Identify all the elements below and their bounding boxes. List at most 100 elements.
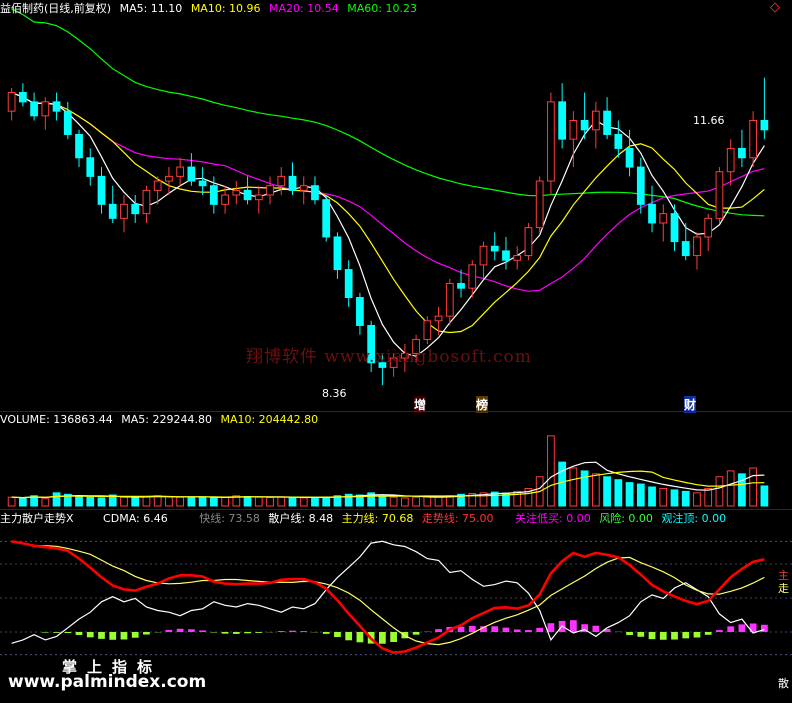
- candle-body: [445, 283, 454, 317]
- low-price-label: 8.36: [322, 387, 347, 400]
- volume-bar: [18, 497, 27, 507]
- candle-body: [490, 245, 499, 252]
- indicator-bar: [98, 632, 105, 639]
- ma20-value: MA20: 10.54: [269, 2, 339, 15]
- candle-body: [614, 133, 623, 149]
- volume-bar: [760, 485, 769, 507]
- volume-bar: [738, 473, 746, 507]
- volume-value: VOLUME: 136863.44: [0, 413, 113, 426]
- ma60-value: MA60: 10.23: [347, 2, 417, 15]
- stock-chart-window[interactable]: 益佰制药(日线,前复权) MA5: 11.10 MA10: 10.96 MA20…: [0, 0, 792, 703]
- candle-body: [108, 203, 117, 219]
- indicator-bar: [356, 632, 364, 643]
- candle-body: [131, 203, 140, 215]
- candle-body: [299, 185, 308, 191]
- ma5-value: MA5: 11.10: [119, 2, 183, 15]
- candle-body: [18, 92, 27, 103]
- indicator-bar: [513, 629, 521, 632]
- volume-bar: [97, 497, 106, 507]
- sanhu-line: [11, 540, 765, 644]
- fengxian-value: 风险: 0.00: [599, 512, 653, 525]
- indicator-bar: [244, 632, 251, 634]
- volume-bar: [569, 467, 578, 507]
- indicator-bar: [255, 632, 263, 633]
- high-price-label: 11.66: [693, 114, 725, 127]
- indicator-bar: [109, 632, 117, 640]
- ma10-value: MA10: 10.96: [190, 2, 261, 15]
- candle-body: [153, 180, 162, 191]
- indicator-bar: [592, 625, 600, 632]
- candle-body: [75, 133, 83, 159]
- indicator-bar: [300, 631, 308, 632]
- candle-body: [547, 101, 555, 182]
- guanzhuding-value: 观注顶: 0.00: [661, 512, 727, 525]
- indicator-bar: [682, 632, 690, 639]
- indicator-bar: [570, 620, 577, 632]
- volume-bar: [603, 476, 611, 507]
- volume-bar: [165, 496, 173, 507]
- price-panel-layer: [7, 8, 769, 386]
- volume-bar: [558, 461, 567, 507]
- candle-body: [209, 185, 218, 205]
- candle-body: [535, 180, 544, 229]
- volume-bar: [288, 496, 297, 507]
- indicator-bar: [176, 628, 184, 632]
- indicator-bar: [379, 632, 386, 644]
- candle-body: [457, 283, 465, 289]
- volume-panel-header: VOLUME: 136863.44 MA5: 229244.80 MA10: 2…: [0, 413, 323, 427]
- candle-body: [434, 315, 443, 322]
- candle-body: [187, 166, 196, 182]
- indicator-panel-layer: [0, 540, 792, 656]
- sanhu-value: 散户线: 8.48: [268, 512, 334, 525]
- volume-bar: [614, 479, 623, 507]
- candle-body: [659, 213, 668, 224]
- indicator-bar: [165, 629, 173, 632]
- volume-bar: [131, 497, 140, 507]
- candle-body: [198, 180, 207, 187]
- candle-body: [254, 194, 263, 201]
- volume-bar: [52, 492, 61, 507]
- volume-panel-layer: [7, 435, 769, 507]
- candle-body: [513, 255, 522, 261]
- candle-body: [243, 189, 252, 201]
- candle-body: [97, 175, 106, 205]
- indicator-bar: [390, 632, 397, 642]
- candle-body: [693, 236, 701, 257]
- indicator-bar: [221, 632, 229, 634]
- candle-body: [311, 185, 319, 201]
- candle-body: [648, 203, 656, 224]
- indicator-bar: [525, 630, 532, 632]
- candle-body: [221, 194, 229, 205]
- volume-bar: [513, 490, 522, 507]
- vol-ma10-value: MA10: 204442.80: [220, 413, 319, 426]
- candle-body: [142, 189, 151, 215]
- kuai-value: 快线: 73.58: [199, 512, 260, 525]
- indicator-bar: [75, 632, 83, 635]
- candle-body: [670, 213, 679, 243]
- candle-body: [30, 101, 38, 117]
- candle-body: [704, 217, 713, 238]
- volume-bar: [715, 476, 724, 507]
- volume-bar: [322, 496, 331, 507]
- ma20-line: [11, 91, 765, 292]
- candle-body: [52, 101, 61, 112]
- candle-body: [176, 166, 185, 177]
- indicator-bar: [547, 623, 555, 632]
- price-panel-header: 益佰制药(日线,前复权) MA5: 11.10 MA10: 10.96 MA20…: [0, 2, 422, 16]
- diamond-icon[interactable]: ◇: [770, 1, 780, 14]
- indicator-bar: [693, 632, 701, 638]
- volume-bar: [749, 467, 758, 507]
- volume-bar: [389, 496, 398, 507]
- indicator-bar: [120, 632, 128, 640]
- candle-body: [232, 189, 241, 196]
- indicator-bar: [131, 632, 139, 638]
- volume-bar: [176, 496, 185, 507]
- indicator-bar: [761, 624, 768, 632]
- candle-body: [749, 119, 758, 159]
- volume-bar: [41, 498, 50, 507]
- candle-body: [322, 199, 331, 238]
- indicator-bar: [536, 627, 544, 632]
- volume-bar: [221, 496, 229, 507]
- indicator-panel-header: 主力散户走势X CDMA: 6.46 快线: 73.58 散户线: 8.48 主…: [0, 512, 731, 526]
- volume-bar: [277, 496, 286, 507]
